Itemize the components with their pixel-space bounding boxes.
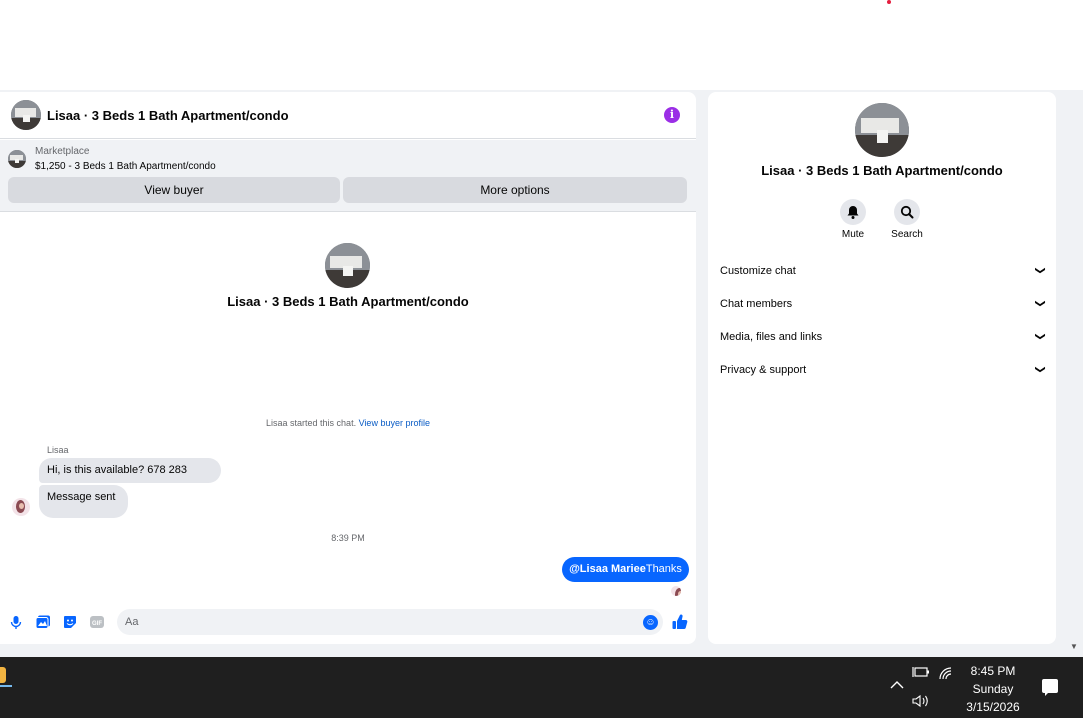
more-options-button[interactable]: More options <box>343 177 687 203</box>
action-center-icon[interactable] <box>1042 679 1058 696</box>
svg-text:GIF: GIF <box>92 621 102 627</box>
conversation-avatar <box>325 243 370 288</box>
mention[interactable]: @Lisaa Mariee <box>569 563 646 575</box>
view-buyer-profile-link[interactable]: View buyer profile <box>359 418 430 428</box>
marketplace-label: Marketplace <box>35 146 90 157</box>
section-chat-members[interactable]: Chat members ❯ <box>720 298 1046 318</box>
active-app-indicator <box>0 685 12 687</box>
section-label: Chat members <box>720 298 793 310</box>
search-label: Search <box>891 229 923 240</box>
conversation-name: Lisaa · 3 Beds 1 Bath Apartment/condo <box>227 294 469 309</box>
bell-icon <box>847 206 859 219</box>
info-title: Lisaa · 3 Beds 1 Bath Apartment/condo <box>761 163 1003 178</box>
info-avatar[interactable] <box>855 103 909 157</box>
message-composer[interactable]: ☺ <box>117 609 663 635</box>
section-media-files-links[interactable]: Media, files and links ❯ <box>720 331 1046 351</box>
info-icon[interactable]: i <box>664 107 680 123</box>
gif-icon[interactable]: GIF <box>89 614 105 630</box>
volume-icon[interactable] <box>912 694 930 711</box>
like-icon[interactable] <box>671 613 689 631</box>
section-label: Customize chat <box>720 265 796 277</box>
chat-header: Lisaa · 3 Beds 1 Bath Apartment/condo i <box>0 92 696 139</box>
chat-panel: Lisaa · 3 Beds 1 Bath Apartment/condo i … <box>0 92 696 644</box>
message-timestamp: 8:39 PM <box>331 533 365 543</box>
chat-title[interactable]: Lisaa · 3 Beds 1 Bath Apartment/condo <box>47 108 289 123</box>
sticker-icon[interactable] <box>62 614 78 630</box>
section-privacy-support[interactable]: Privacy & support ❯ <box>720 364 1046 384</box>
sender-avatar[interactable] <box>12 498 30 516</box>
chat-started-text: Lisaa started this chat. <box>266 418 357 428</box>
scroll-down-arrow[interactable]: ▼ <box>1070 642 1080 652</box>
photo-icon[interactable] <box>35 614 51 630</box>
listing-thumbnail[interactable] <box>8 150 26 168</box>
microphone-icon[interactable] <box>8 614 24 630</box>
search-button[interactable] <box>894 199 920 225</box>
chevron-up-icon[interactable] <box>890 679 904 693</box>
clock-day: Sunday <box>972 682 1014 696</box>
chevron-down-icon: ❯ <box>1034 365 1046 374</box>
outgoing-message-text: Thanks <box>645 563 682 575</box>
message-input[interactable] <box>125 609 625 635</box>
mute-label: Mute <box>841 229 865 240</box>
search-icon <box>900 205 914 219</box>
emoji-icon[interactable]: ☺ <box>643 615 658 630</box>
incoming-message[interactable]: Hi, is this available? 678 283 9994 <box>39 458 221 501</box>
clock-time: 8:45 PM <box>970 664 1016 678</box>
sender-name: Lisaa <box>47 445 69 455</box>
listing-title[interactable]: $1,250 - 3 Beds 1 Bath Apartment/condo <box>35 161 216 172</box>
chevron-down-icon: ❯ <box>1034 332 1046 341</box>
chevron-down-icon: ❯ <box>1034 266 1046 275</box>
section-label: Privacy & support <box>720 364 807 376</box>
wifi-icon[interactable] <box>938 666 954 683</box>
chat-info-panel: Lisaa · 3 Beds 1 Bath Apartment/condo Mu… <box>708 92 1056 644</box>
taskbar: 8:45 PM Sunday 3/15/2026 <box>0 657 1083 718</box>
battery-icon[interactable] <box>912 666 930 681</box>
read-receipt-avatar <box>671 586 681 596</box>
notification-dot <box>887 0 891 4</box>
section-label: Media, files and links <box>720 331 823 343</box>
chat-avatar[interactable] <box>11 100 41 130</box>
taskbar-app-icon[interactable] <box>0 667 6 683</box>
browser-top-area <box>0 0 1083 90</box>
mute-button[interactable] <box>840 199 866 225</box>
chevron-down-icon: ❯ <box>1034 299 1046 308</box>
chat-started-notice: Lisaa started this chat. View buyer prof… <box>0 418 696 428</box>
system-clock[interactable]: 8:45 PM Sunday 3/15/2026 <box>955 662 1031 716</box>
section-customize-chat[interactable]: Customize chat ❯ <box>720 265 1046 285</box>
incoming-message[interactable]: Message sent <box>39 485 128 518</box>
outgoing-message[interactable]: @Lisaa MarieeThanks <box>562 557 689 582</box>
marketplace-banner: Marketplace $1,250 - 3 Beds 1 Bath Apart… <box>0 140 696 212</box>
view-buyer-button[interactable]: View buyer <box>8 177 340 203</box>
clock-date: 3/15/2026 <box>966 700 1020 714</box>
